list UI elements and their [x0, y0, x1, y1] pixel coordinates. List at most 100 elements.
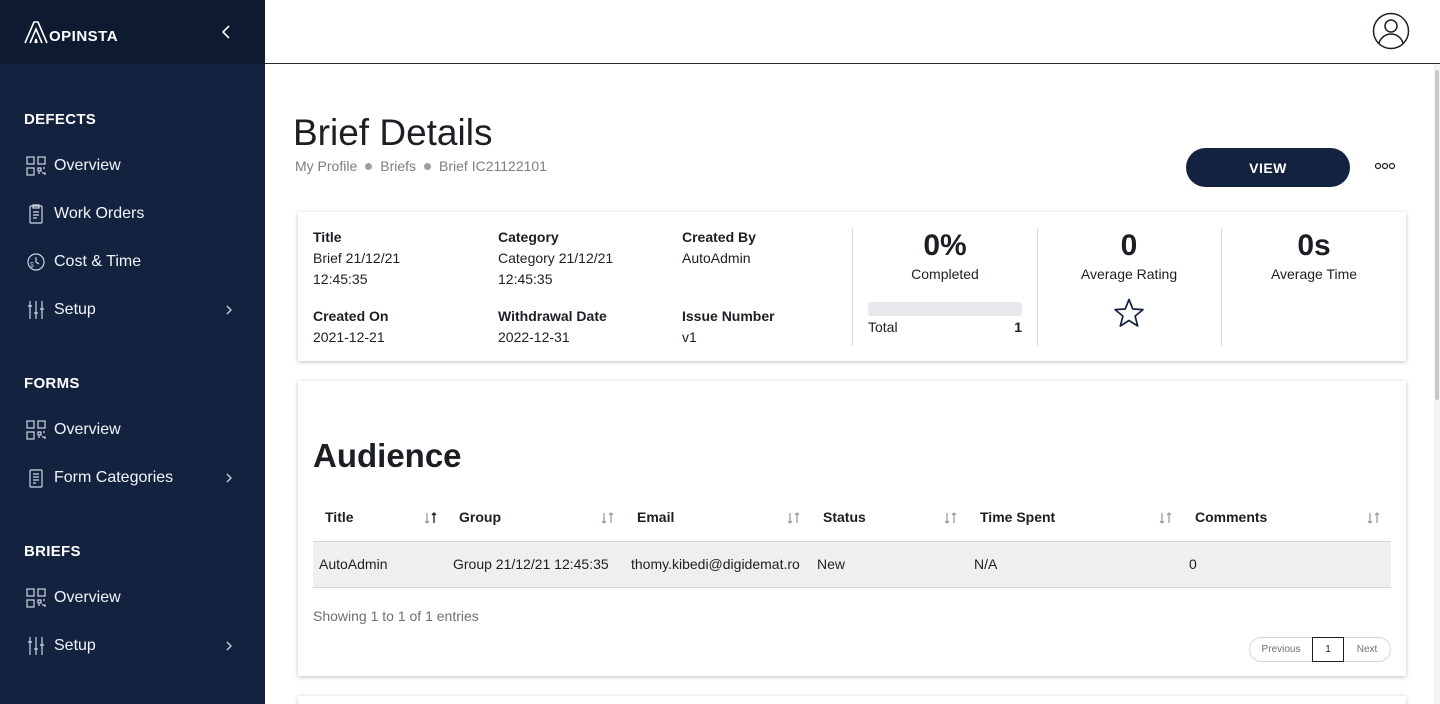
- time-value: 0s: [1297, 229, 1331, 262]
- money-clock-icon: [26, 252, 46, 272]
- sidebar-item-forms-overview[interactable]: Overview: [0, 410, 265, 450]
- more-dots-icon: [1374, 162, 1396, 170]
- column-header-comments[interactable]: Comments: [1195, 509, 1267, 525]
- sidebar-item-label: Form Categories: [54, 469, 174, 486]
- field-label: Category: [498, 229, 559, 245]
- next-section-card: [298, 696, 1406, 704]
- column-header-email[interactable]: Email: [637, 509, 674, 525]
- sort-asc-icon[interactable]: [424, 512, 438, 524]
- user-avatar-icon[interactable]: [1372, 12, 1410, 50]
- qr-grid-icon: [26, 156, 46, 176]
- column-header-title[interactable]: Title: [325, 509, 354, 525]
- sidebar-item-work-orders[interactable]: Work Orders: [0, 194, 265, 234]
- total-label: Total: [868, 319, 898, 335]
- column-header-group[interactable]: Group: [459, 509, 501, 525]
- divider: [852, 228, 853, 346]
- qr-grid-icon: [26, 588, 46, 608]
- divider: [1037, 228, 1038, 346]
- field-created-by: Created By AutoAdmin: [682, 227, 852, 269]
- field-label: Withdrawal Date: [498, 308, 607, 324]
- section-title-defects: DEFECTS: [24, 111, 97, 128]
- sidebar-item-form-categories[interactable]: Form Categories: [0, 458, 265, 498]
- sidebar-item-label: Setup: [54, 637, 96, 654]
- chevron-right-icon: [226, 473, 232, 483]
- audience-card: Audience Title Group Email Status Time S…: [298, 381, 1406, 676]
- field-value: v1: [682, 329, 697, 345]
- stat-completed: 0% Completed: [861, 228, 1029, 282]
- breadcrumb-current: Brief IC21122101: [439, 158, 547, 174]
- completed-label: Completed: [911, 266, 979, 282]
- cell-group: Group 21/12/21 12:45:35: [453, 556, 609, 572]
- cell-time-spent: N/A: [974, 556, 998, 572]
- stat-average-rating: 0 Average Rating: [1045, 228, 1213, 282]
- star-icon[interactable]: [1113, 297, 1145, 329]
- rating-label: Average Rating: [1080, 266, 1178, 282]
- scrollbar-thumb[interactable]: [1435, 70, 1439, 400]
- view-button[interactable]: VIEW: [1186, 148, 1350, 187]
- sort-icon[interactable]: [1367, 512, 1381, 524]
- breadcrumb: My Profile Briefs Brief IC21122101: [295, 158, 547, 174]
- entries-info: Showing 1 to 1 of 1 entries: [313, 608, 479, 624]
- sidebar-item-label: Work Orders: [54, 205, 145, 222]
- brief-info-card: Title Brief 21/12/21 12:45:35 Category C…: [298, 212, 1406, 361]
- field-withdrawal-date: Withdrawal Date 2022-12-31: [498, 306, 668, 348]
- sidebar-item-label: Setup: [54, 301, 96, 318]
- sidebar-item-briefs-overview[interactable]: Overview: [0, 578, 265, 618]
- field-value: AutoAdmin: [682, 250, 751, 266]
- breadcrumb-briefs[interactable]: Briefs: [380, 158, 416, 174]
- sort-icon[interactable]: [601, 512, 615, 524]
- field-value: 2022-12-31: [498, 329, 570, 345]
- section-title-briefs: BRIEFS: [24, 543, 81, 560]
- column-header-status[interactable]: Status: [823, 509, 866, 525]
- field-issue-number: Issue Number v1: [682, 306, 852, 348]
- field-label: Issue Number: [682, 308, 775, 324]
- field-value: Category 21/12/21 12:45:35: [498, 250, 614, 287]
- logo-text: OPINSTA: [49, 28, 119, 45]
- pagination-previous[interactable]: Previous: [1249, 637, 1312, 662]
- sidebar-item-label: Cost & Time: [54, 253, 142, 270]
- column-header-time-spent[interactable]: Time Spent: [980, 509, 1055, 525]
- sidebar-item-defects-setup[interactable]: Setup: [0, 290, 265, 330]
- sidebar-item-cost-time[interactable]: Cost & Time: [0, 242, 265, 282]
- chevron-right-icon: [226, 641, 232, 651]
- pagination-next[interactable]: Next: [1344, 637, 1391, 662]
- audience-title: Audience: [313, 437, 462, 474]
- field-label: Created On: [313, 308, 389, 324]
- form-icon: [26, 468, 46, 488]
- sidebar-item-briefs-setup[interactable]: Setup: [0, 626, 265, 666]
- sort-icon[interactable]: [787, 512, 801, 524]
- field-value: Brief 21/12/21 12:45:35: [313, 250, 401, 287]
- page-title: Brief Details: [293, 112, 493, 153]
- pagination-page[interactable]: 1: [1312, 637, 1344, 662]
- logo[interactable]: OPINSTA: [24, 20, 118, 44]
- total-row: Total 1: [868, 319, 1022, 335]
- sort-icon[interactable]: [944, 512, 958, 524]
- sidebar-item-label: Overview: [54, 421, 121, 438]
- field-label: Title: [313, 229, 342, 245]
- section-title-forms: FORMS: [24, 375, 80, 392]
- time-label: Average Time: [1270, 266, 1358, 282]
- sliders-icon: [26, 300, 46, 320]
- breadcrumb-my-profile[interactable]: My Profile: [295, 158, 357, 174]
- chevron-right-icon: [226, 305, 232, 315]
- field-title: Title Brief 21/12/21 12:45:35: [313, 227, 483, 290]
- breadcrumb-separator: [365, 162, 373, 170]
- cell-comments: 0: [1189, 556, 1197, 572]
- collapse-sidebar-button[interactable]: [214, 20, 238, 44]
- cell-status: New: [817, 556, 846, 572]
- chevron-left-icon: [221, 25, 230, 39]
- completed-percent: 0%: [923, 229, 967, 262]
- sort-icon[interactable]: [1159, 512, 1173, 524]
- sidebar-header: OPINSTA: [0, 0, 265, 64]
- qr-grid-icon: [26, 420, 46, 440]
- sidebar-item-label: Overview: [54, 157, 121, 174]
- top-bar: [265, 0, 1440, 64]
- sidebar-item-defects-overview[interactable]: Overview: [0, 146, 265, 186]
- field-label: Created By: [682, 229, 756, 245]
- completion-progress-bar: [868, 302, 1022, 316]
- field-value: 2021-12-21: [313, 329, 385, 345]
- sidebar-item-label: Overview: [54, 589, 121, 606]
- field-category: Category Category 21/12/21 12:45:35: [498, 227, 668, 290]
- more-options-button[interactable]: [1372, 156, 1398, 176]
- clipboard-icon: [26, 204, 46, 224]
